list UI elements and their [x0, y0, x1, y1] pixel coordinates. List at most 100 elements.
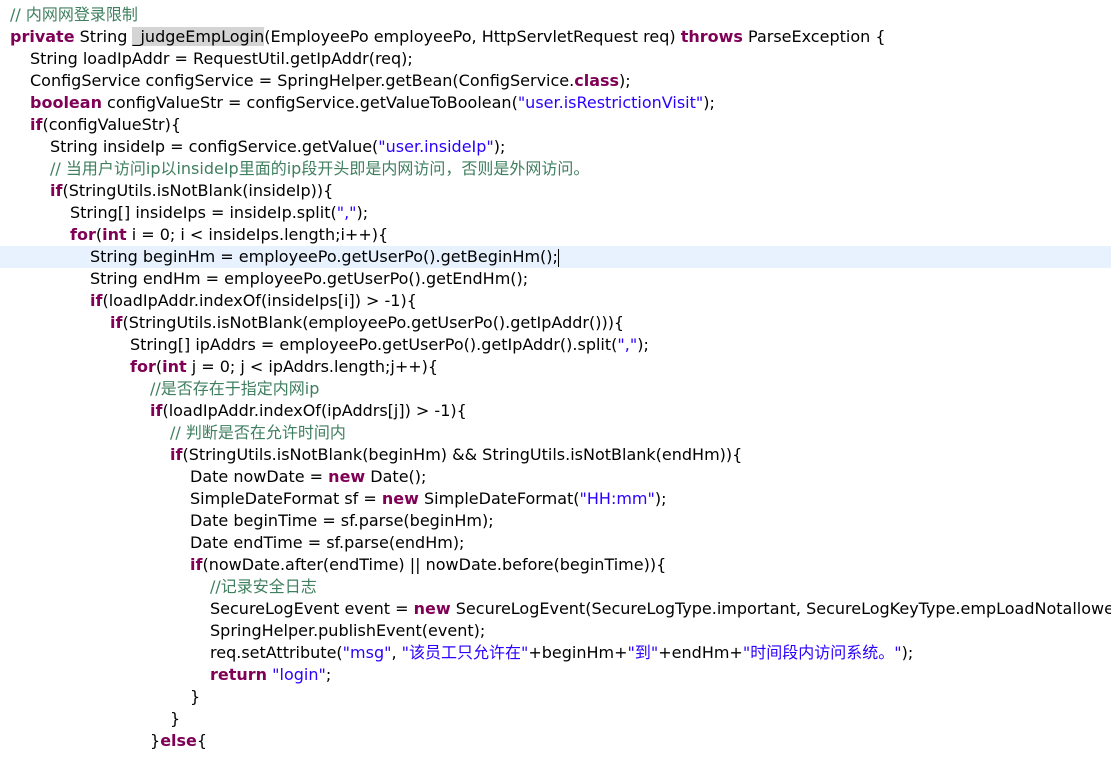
code-text: String loadIpAddr = RequestUtil.getIpAdd… — [30, 49, 413, 68]
comment: // 当用户访问ip以insideIp里面的ip段开头即是内网访问，否则是外网访… — [50, 159, 590, 178]
code-text: +beginHm+ — [528, 643, 628, 662]
keyword: class — [574, 71, 620, 90]
code-line[interactable]: ConfigService configService = SpringHelp… — [0, 70, 1111, 92]
code-line[interactable]: return "login"; — [0, 664, 1111, 686]
keyword: new — [381, 489, 419, 508]
string-literal: "login" — [272, 665, 326, 684]
string-literal: "user.insideIp" — [378, 137, 494, 156]
code-text: Date(); — [365, 467, 427, 486]
code-text: ConfigService configService = SpringHelp… — [30, 71, 575, 90]
string-literal: "该员工只允许在" — [401, 643, 529, 662]
code-line[interactable]: String endHm = employeePo.getUserPo().ge… — [0, 268, 1111, 290]
code-line[interactable]: if(loadIpAddr.indexOf(insideIps[i]) > -1… — [0, 290, 1111, 312]
code-text: } — [150, 731, 161, 750]
code-line[interactable]: //是否存在于指定内网ip — [0, 378, 1111, 400]
code-line[interactable]: private String _judgeEmpLogin(EmployeePo… — [0, 26, 1111, 48]
keyword: int — [102, 225, 127, 244]
code-line[interactable]: if(configValueStr){ — [0, 114, 1111, 136]
code-text: ); — [703, 93, 715, 112]
code-line[interactable]: if(StringUtils.isNotBlank(employeePo.get… — [0, 312, 1111, 334]
code-text: configValueStr = configService.getValueT… — [101, 93, 518, 112]
code-line[interactable]: Date beginTime = sf.parse(beginHm); — [0, 510, 1111, 532]
code-line[interactable]: if(nowDate.after(endTime) || nowDate.bef… — [0, 554, 1111, 576]
keyword: boolean — [30, 93, 102, 112]
code-text: String[] ipAddrs = employeePo.getUserPo(… — [130, 335, 618, 354]
string-literal: "HH:mm" — [579, 489, 655, 508]
keyword: if — [190, 555, 203, 574]
keyword: private — [10, 27, 75, 46]
code-text: SimpleDateFormat sf = — [190, 489, 382, 508]
code-line[interactable]: // 内网网登录限制 — [0, 4, 1111, 26]
code-line[interactable]: Date endTime = sf.parse(endHm); — [0, 532, 1111, 554]
code-text: ); — [654, 489, 667, 508]
code-text: String — [74, 27, 133, 46]
code-line[interactable]: if(StringUtils.isNotBlank(beginHm) && St… — [0, 444, 1111, 466]
code-text: ); — [356, 203, 369, 222]
code-text: } — [170, 709, 181, 728]
code-text: SpringHelper.publishEvent(event); — [210, 621, 486, 640]
code-line[interactable]: SimpleDateFormat sf = new SimpleDateForm… — [0, 488, 1111, 510]
code-line[interactable]: SpringHelper.publishEvent(event); — [0, 620, 1111, 642]
code-line[interactable]: // 当用户访问ip以insideIp里面的ip段开头即是内网访问，否则是外网访… — [0, 158, 1111, 180]
keyword: for — [70, 225, 96, 244]
keyword: if — [90, 291, 103, 310]
code-line[interactable]: } — [0, 708, 1111, 730]
code-line[interactable]: SecureLogEvent event = new SecureLogEven… — [0, 598, 1111, 620]
keyword: if — [30, 115, 43, 134]
code-text: (configValueStr){ — [42, 115, 182, 134]
code-line[interactable]: if(StringUtils.isNotBlank(insideIp)){ — [0, 180, 1111, 202]
code-text: (StringUtils.isNotBlank(employeePo.getUs… — [122, 313, 625, 332]
code-line[interactable]: }else{ — [0, 730, 1111, 752]
selected-text: _judgeEmpLogin — [132, 27, 265, 46]
code-text: { — [196, 731, 208, 750]
code-text: (EmployeePo employeePo, HttpServletReque… — [264, 27, 681, 46]
keyword: else — [160, 731, 197, 750]
code-text: String[] insideIps = insideIp.split( — [70, 203, 337, 222]
code-line[interactable]: //记录安全日志 — [0, 576, 1111, 598]
code-text: +endHm+ — [658, 643, 743, 662]
code-line[interactable]: String insideIp = configService.getValue… — [0, 136, 1111, 158]
keyword: new — [328, 467, 366, 486]
code-text: String insideIp = configService.getValue… — [50, 137, 379, 156]
code-text: SimpleDateFormat( — [418, 489, 580, 508]
string-literal: "," — [336, 203, 357, 222]
comment: // 内网网登录限制 — [10, 5, 138, 24]
code-line[interactable]: String[] ipAddrs = employeePo.getUserPo(… — [0, 334, 1111, 356]
code-text: j = 0; j < ipAddrs.length;j++){ — [186, 357, 439, 376]
keyword: new — [413, 599, 451, 618]
code-line[interactable]: boolean configValueStr = configService.g… — [0, 92, 1111, 114]
code-editor[interactable]: // 内网网登录限制 private String _judgeEmpLogin(… — [0, 0, 1111, 757]
code-text: Date nowDate = — [190, 467, 329, 486]
code-text: (nowDate.after(endTime) || nowDate.befor… — [202, 555, 667, 574]
code-line[interactable]: for(int i = 0; i < insideIps.length;i++)… — [0, 224, 1111, 246]
string-literal: "时间段内访问系统。" — [742, 643, 902, 662]
code-line[interactable]: Date nowDate = new Date(); — [0, 466, 1111, 488]
keyword: for — [130, 357, 156, 376]
string-literal: "msg" — [342, 643, 392, 662]
code-text: (loadIpAddr.indexOf(insideIps[i]) > -1){ — [102, 291, 417, 310]
code-text: String beginHm = employeePo.getUserPo().… — [90, 247, 558, 266]
code-text: ParseException { — [742, 27, 886, 46]
current-code-line[interactable]: String beginHm = employeePo.getUserPo().… — [0, 246, 1111, 268]
string-literal: "到" — [627, 643, 659, 662]
code-text: (StringUtils.isNotBlank(insideIp)){ — [62, 181, 334, 200]
code-line[interactable]: req.setAttribute("msg", "该员工只允许在"+beginH… — [0, 642, 1111, 664]
code-line[interactable]: String[] insideIps = insideIp.split(",")… — [0, 202, 1111, 224]
code-text: } — [190, 687, 201, 706]
keyword: throws — [680, 27, 743, 46]
comment: // 判断是否在允许时间内 — [170, 423, 346, 442]
code-line[interactable]: } — [0, 686, 1111, 708]
code-line[interactable]: for(int j = 0; j < ipAddrs.length;j++){ — [0, 356, 1111, 378]
code-text: SecureLogEvent event = — [210, 599, 414, 618]
code-line[interactable]: if(loadIpAddr.indexOf(ipAddrs[j]) > -1){ — [0, 400, 1111, 422]
code-line[interactable]: String loadIpAddr = RequestUtil.getIpAdd… — [0, 48, 1111, 70]
code-text: Date beginTime = sf.parse(beginHm); — [190, 511, 494, 530]
string-literal: "user.isRestrictionVisit" — [517, 93, 704, 112]
text-cursor — [557, 248, 559, 267]
code-line[interactable]: // 判断是否在允许时间内 — [0, 422, 1111, 444]
code-text: SecureLogEvent(SecureLogType.important, … — [450, 599, 1111, 618]
code-text: (StringUtils.isNotBlank(beginHm) && Stri… — [182, 445, 743, 464]
keyword: return — [210, 665, 268, 684]
code-text: String endHm = employeePo.getUserPo().ge… — [90, 269, 529, 288]
comment: //记录安全日志 — [210, 577, 317, 596]
